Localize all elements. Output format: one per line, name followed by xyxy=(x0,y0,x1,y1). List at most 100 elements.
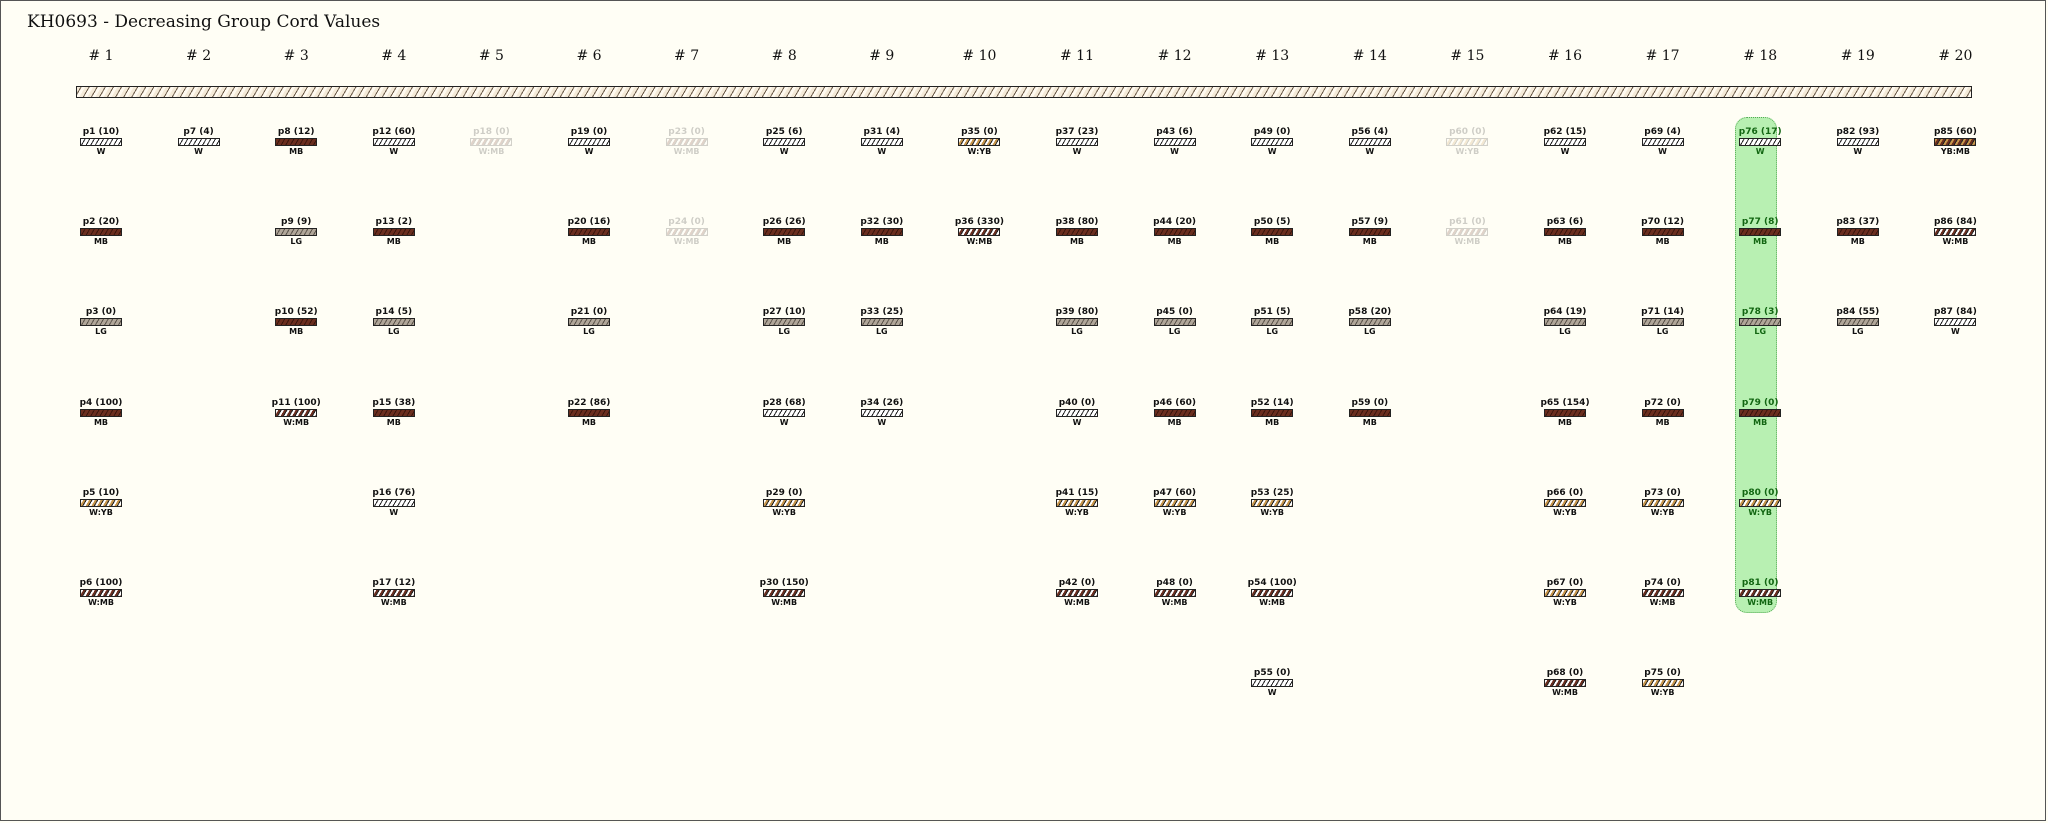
pendant-cord[interactable]: p63 (6) MB xyxy=(1539,217,1591,246)
cord-color-code: MB xyxy=(581,237,597,247)
pendant-cord[interactable]: p69 (4) W xyxy=(1637,127,1689,156)
pendant-cord[interactable]: p3 (0) LG xyxy=(75,307,127,336)
pendant-cord[interactable]: p22 (86) MB xyxy=(563,398,615,427)
pendant-cord[interactable]: p54 (100) W:MB xyxy=(1246,578,1298,607)
pendant-cord[interactable]: p78 (3) LG xyxy=(1734,307,1786,336)
pendant-cord[interactable]: p42 (0) W:MB xyxy=(1051,578,1103,607)
pendant-cord[interactable]: p38 (80) MB xyxy=(1051,217,1103,246)
pendant-cord[interactable]: p61 (0) W:MB xyxy=(1441,217,1493,246)
pendant-cord[interactable]: p55 (0) W xyxy=(1246,668,1298,697)
cord-label: p56 (4) xyxy=(1351,127,1389,137)
pendant-cord[interactable]: p39 (80) LG xyxy=(1051,307,1103,336)
cord-swatch xyxy=(1641,408,1684,417)
pendant-cord[interactable]: p85 (60) YB:MB xyxy=(1929,127,1981,156)
pendant-cord[interactable]: p12 (60) W xyxy=(368,127,420,156)
pendant-cord[interactable]: p59 (0) MB xyxy=(1344,398,1396,427)
pendant-cord[interactable]: p20 (16) MB xyxy=(563,217,615,246)
pendant-cord[interactable]: p35 (0) W:YB xyxy=(953,127,1005,156)
pendant-cord[interactable]: p82 (93) W xyxy=(1832,127,1884,156)
cord-label: p58 (20) xyxy=(1348,307,1392,318)
pendant-cord[interactable]: p31 (4) W xyxy=(856,127,908,156)
pendant-cord[interactable]: p7 (4) W xyxy=(173,127,225,156)
cord-color-code: W xyxy=(1170,147,1179,156)
pendant-cord[interactable]: p27 (10) LG xyxy=(758,307,810,336)
pendant-cord[interactable]: p23 (0) W:MB xyxy=(661,127,713,156)
pendant-cord[interactable]: p10 (52) MB xyxy=(270,307,322,336)
pendant-cord[interactable]: p40 (0) W xyxy=(1051,398,1103,427)
pendant-cord[interactable]: p62 (15) W xyxy=(1539,127,1591,156)
pendant-cord[interactable]: p17 (12) W:MB xyxy=(368,578,420,607)
pendant-cord[interactable]: p14 (5) LG xyxy=(368,307,420,336)
pendant-cord[interactable]: p72 (0) MB xyxy=(1637,398,1689,427)
pendant-cord[interactable]: p5 (10) W:YB xyxy=(75,488,127,517)
pendant-cord[interactable]: p70 (12) MB xyxy=(1637,217,1689,246)
pendant-cord[interactable]: p8 (12) MB xyxy=(270,127,322,156)
group-label: # 14 xyxy=(1352,48,1387,64)
pendant-cord[interactable]: p19 (0) W xyxy=(563,127,615,156)
pendant-cord[interactable]: p83 (37) MB xyxy=(1832,217,1884,246)
pendant-cord[interactable]: p21 (0) LG xyxy=(563,307,615,336)
cord-color-code: W xyxy=(779,147,789,156)
pendant-cord[interactable]: p2 (20) MB xyxy=(75,217,127,246)
pendant-cord[interactable]: p4 (100) MB xyxy=(75,398,127,427)
pendant-cord[interactable]: p30 (150) W:MB xyxy=(758,578,810,607)
pendant-cord[interactable]: p81 (0) W:MB xyxy=(1734,578,1786,607)
pendant-cord[interactable]: p48 (0) W:MB xyxy=(1149,578,1201,607)
cord-label: p21 (0) xyxy=(570,307,608,318)
pendant-cord[interactable]: p46 (60) MB xyxy=(1149,398,1201,427)
cord-label: p48 (0) xyxy=(1156,578,1193,588)
pendant-cord[interactable]: p68 (0) W:MB xyxy=(1539,668,1591,697)
pendant-cord[interactable]: p32 (30) MB xyxy=(856,217,908,246)
pendant-cord[interactable]: p43 (6) W xyxy=(1149,127,1201,156)
pendant-cord[interactable]: p74 (0) W:MB xyxy=(1637,578,1689,607)
pendant-cord[interactable]: p56 (4) W xyxy=(1344,127,1396,156)
pendant-cord[interactable]: p26 (26) MB xyxy=(758,217,810,246)
pendant-cord[interactable]: p60 (0) W:YB xyxy=(1441,127,1493,156)
pendant-cord[interactable]: p1 (10) W xyxy=(75,127,127,156)
pendant-cord[interactable]: p11 (100) W:MB xyxy=(270,398,322,427)
pendant-cord[interactable]: p41 (15) W:YB xyxy=(1051,488,1103,517)
pendant-cord[interactable]: p34 (26) W xyxy=(856,398,908,427)
pendant-cord[interactable]: p57 (9) MB xyxy=(1344,217,1396,246)
pendant-cord[interactable]: p51 (5) LG xyxy=(1246,307,1298,336)
pendant-cord[interactable]: p29 (0) W:YB xyxy=(758,488,810,517)
pendant-cord[interactable]: p13 (2) MB xyxy=(368,217,420,246)
pendant-cord[interactable]: p37 (23) W xyxy=(1051,127,1103,156)
pendant-cord[interactable]: p25 (6) W xyxy=(758,127,810,156)
pendant-cord[interactable]: p76 (17) W xyxy=(1734,127,1786,156)
pendant-cord[interactable]: p71 (14) LG xyxy=(1637,307,1689,336)
pendant-cord[interactable]: p84 (55) LG xyxy=(1832,307,1884,336)
pendant-cord[interactable]: p64 (19) LG xyxy=(1539,307,1591,336)
cord-swatch xyxy=(1251,498,1294,507)
pendant-cord[interactable]: p53 (25) W:YB xyxy=(1246,488,1298,517)
pendant-cord[interactable]: p86 (84) W:MB xyxy=(1929,217,1981,246)
pendant-cord[interactable]: p87 (84) W xyxy=(1929,307,1981,336)
pendant-cord[interactable]: p16 (76) W xyxy=(368,488,420,517)
pendant-cord[interactable]: p77 (8) MB xyxy=(1734,217,1786,246)
cord-color-code: W xyxy=(389,147,399,156)
pendant-cord[interactable]: p45 (0) LG xyxy=(1149,307,1201,336)
pendant-cord[interactable]: p73 (0) W:YB xyxy=(1637,488,1689,517)
pendant-cord[interactable]: p15 (38) MB xyxy=(368,398,420,427)
pendant-cord[interactable]: p6 (100) W:MB xyxy=(75,578,127,607)
pendant-cord[interactable]: p18 (0) W:MB xyxy=(465,127,517,156)
pendant-cord[interactable]: p49 (0) W xyxy=(1246,127,1298,156)
pendant-cord[interactable]: p65 (154) MB xyxy=(1539,398,1591,427)
cord-color-code: W xyxy=(389,507,399,517)
pendant-cord[interactable]: p67 (0) W:YB xyxy=(1539,578,1591,607)
pendant-cord[interactable]: p9 (9) LG xyxy=(270,217,322,246)
pendant-cord[interactable]: p58 (20) LG xyxy=(1344,307,1396,336)
pendant-cord[interactable]: p79 (0) MB xyxy=(1734,398,1786,427)
pendant-cord[interactable]: p28 (68) W xyxy=(758,398,810,427)
pendant-cord[interactable]: p80 (0) W:YB xyxy=(1734,488,1786,517)
pendant-cord[interactable]: p44 (20) MB xyxy=(1149,217,1201,246)
pendant-cord[interactable]: p33 (25) LG xyxy=(856,307,908,336)
pendant-cord[interactable]: p36 (330) W:MB xyxy=(953,217,1005,246)
pendant-cord[interactable]: p24 (0) W:MB xyxy=(661,217,713,246)
pendant-cord[interactable]: p50 (5) MB xyxy=(1246,217,1298,246)
pendant-cord[interactable]: p52 (14) MB xyxy=(1246,398,1298,427)
pendant-cord[interactable]: p66 (0) W:YB xyxy=(1539,488,1591,517)
cord-swatch xyxy=(1836,228,1879,237)
pendant-cord[interactable]: p75 (0) W:YB xyxy=(1637,668,1689,697)
pendant-cord[interactable]: p47 (60) W:YB xyxy=(1149,488,1201,517)
